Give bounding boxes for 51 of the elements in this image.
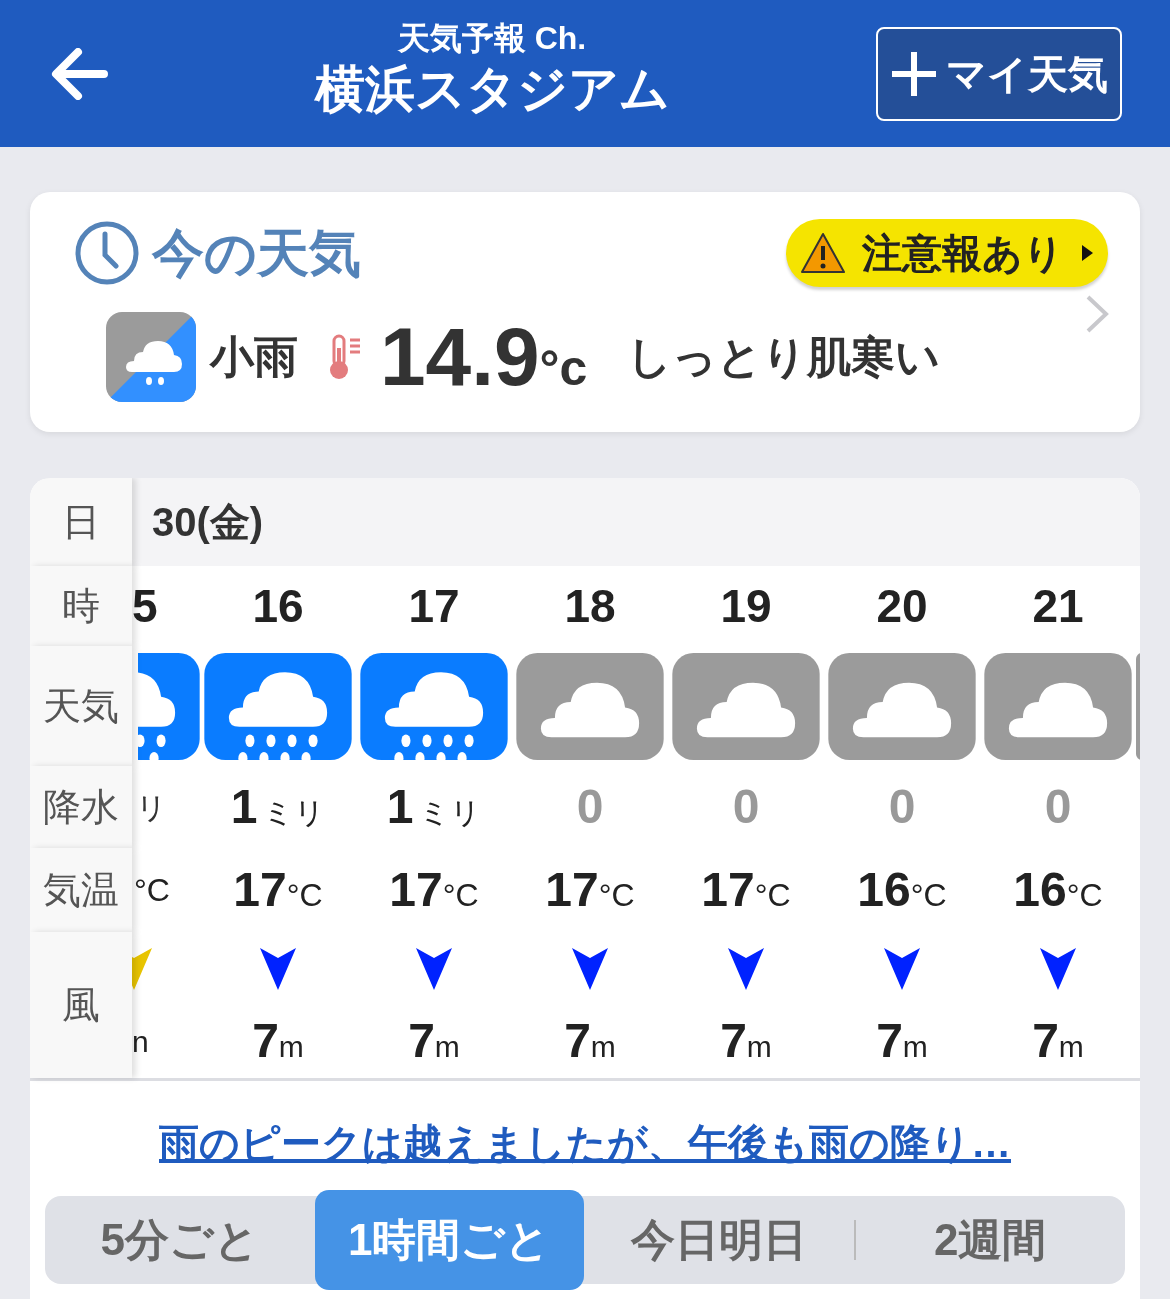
- header-title: 横浜スタジアム: [314, 60, 670, 120]
- wind-unit: n: [132, 1023, 149, 1060]
- precip-value: 0: [732, 779, 760, 835]
- hour-label: 16: [252, 578, 304, 634]
- add-my-weather-button[interactable]: マイ天気: [876, 26, 1122, 121]
- header-subtitle: 天気予報 Ch.: [397, 19, 587, 59]
- interval-tab[interactable]: 1時間ごと: [314, 1190, 584, 1290]
- precip-value: 0: [888, 779, 916, 835]
- temp-value: 17°C: [545, 862, 635, 918]
- temp-value: 16°C: [1013, 862, 1103, 918]
- back-arrow-icon[interactable]: [50, 47, 108, 100]
- current-weather-heading: 今の天気: [152, 223, 361, 284]
- temp-unit: °C: [133, 871, 170, 910]
- wind-speed: 7m: [1032, 1013, 1084, 1069]
- row-label: 気温: [30, 848, 132, 932]
- precip-value: 1 ミリ: [386, 779, 482, 835]
- thermometer-icon: [328, 334, 362, 380]
- date-label: 30(金): [152, 499, 264, 546]
- temp-value: 17°C: [701, 862, 791, 918]
- light-rain-icon: [106, 312, 196, 402]
- wind-speed: 7m: [564, 1013, 616, 1069]
- row-label: 風: [30, 932, 132, 1078]
- wind-speed: 7m: [252, 1013, 304, 1069]
- row-label: 日: [30, 478, 132, 566]
- temp-value: 16°C: [857, 862, 947, 918]
- hour-label: 18: [564, 578, 616, 634]
- precip-value: 0: [1044, 779, 1072, 835]
- hour-label: 5: [132, 578, 158, 634]
- temp-value: 17°C: [389, 862, 479, 918]
- row-label: 時: [30, 566, 132, 646]
- wind-speed: 7m: [720, 1013, 772, 1069]
- current-temperature: 14.9°c: [380, 316, 588, 398]
- hour-label: 20: [876, 578, 928, 634]
- temp-value: 17°C: [233, 862, 323, 918]
- row-label: 天気: [30, 646, 132, 766]
- precip-value: 0: [576, 779, 604, 835]
- hour-label: 17: [408, 578, 460, 634]
- hour-label: 19: [720, 578, 772, 634]
- precip-value: 1 ミリ: [230, 779, 326, 835]
- precip-unit: リ: [135, 789, 167, 826]
- alert-badge[interactable]: 注意報あり: [786, 219, 1108, 287]
- hour-label: 21: [1032, 578, 1084, 634]
- wind-speed: 7m: [876, 1013, 928, 1069]
- wind-speed: 7m: [408, 1013, 460, 1069]
- condition-text: 小雨: [210, 331, 298, 383]
- warning-icon: [800, 232, 846, 274]
- row-label: 降水: [30, 766, 132, 848]
- feeling-text: しっとり肌寒い: [627, 331, 941, 383]
- caret-right-icon: [1080, 244, 1094, 262]
- clock-icon: [74, 220, 140, 286]
- plus-icon: [890, 49, 938, 98]
